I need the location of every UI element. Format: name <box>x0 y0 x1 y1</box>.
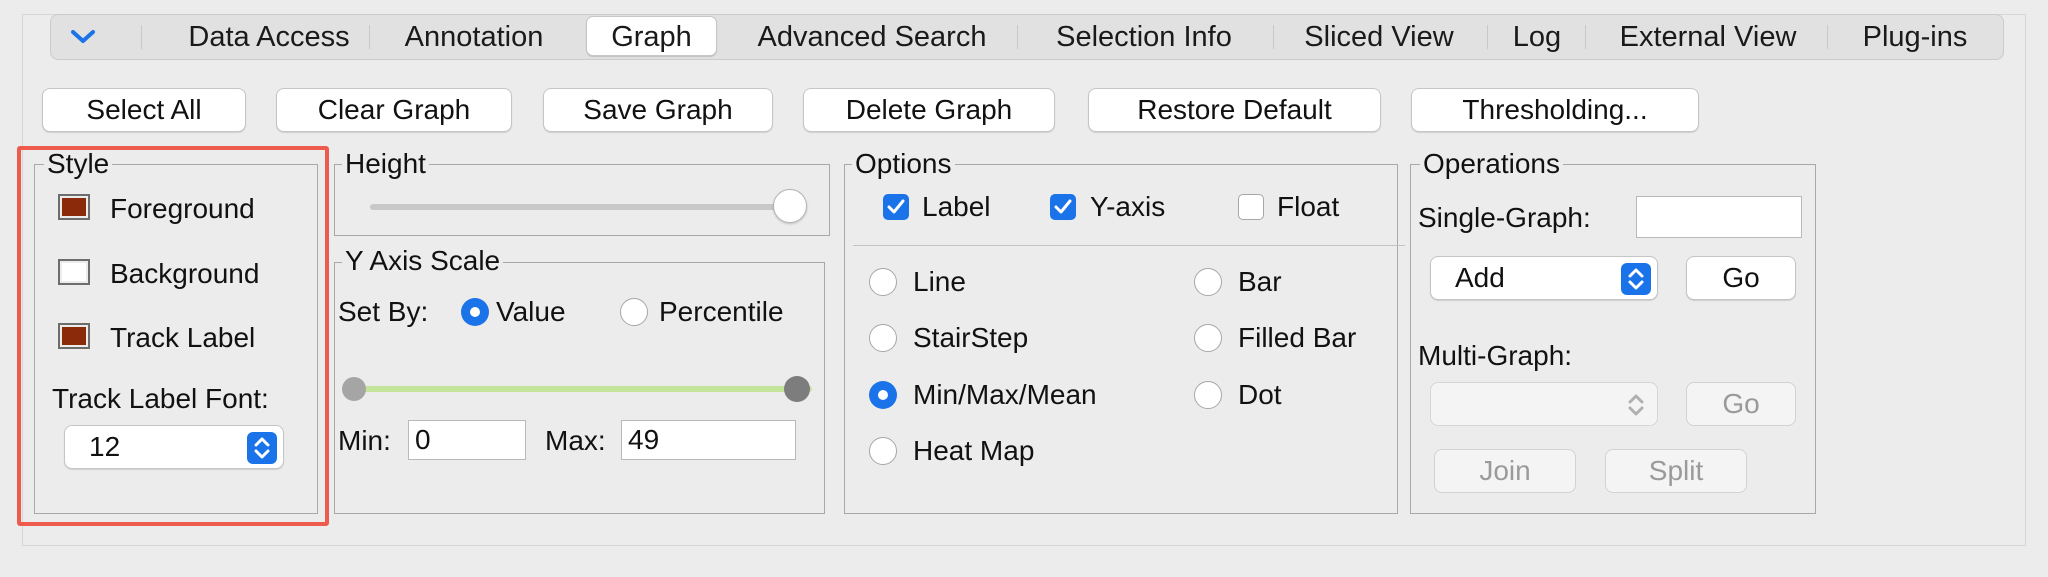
line-radio-label: Line <box>913 266 966 297</box>
save-graph-button[interactable]: Save Graph <box>543 88 773 132</box>
percentile-radio-label: Percentile <box>659 296 784 327</box>
single-graph-go-button[interactable]: Go <box>1686 256 1796 300</box>
float-checkbox[interactable] <box>1238 194 1264 220</box>
bar-radio[interactable] <box>1194 268 1222 296</box>
tab-selection-info[interactable]: Selection Info <box>1037 15 1251 59</box>
tab-external-view[interactable]: External View <box>1599 15 1817 59</box>
delete-graph-button[interactable]: Delete Graph <box>803 88 1055 132</box>
split-button[interactable]: Split <box>1605 449 1747 493</box>
single-graph-label: Single-Graph: <box>1418 202 1591 233</box>
tab-sliced-view[interactable]: Sliced View <box>1289 15 1469 59</box>
thresholding-button[interactable]: Thresholding... <box>1411 88 1699 132</box>
multi-graph-go-button[interactable]: Go <box>1686 382 1796 426</box>
style-highlight-box <box>17 146 329 526</box>
dot-radio-label: Dot <box>1238 379 1282 410</box>
tab-separator <box>1585 25 1586 49</box>
heat-map-radio[interactable] <box>869 437 897 465</box>
line-radio[interactable] <box>869 268 897 296</box>
height-slider-track[interactable] <box>370 204 790 210</box>
single-graph-field[interactable] <box>1636 196 1802 238</box>
height-group-title: Height <box>342 149 429 179</box>
tab-separator <box>369 25 370 49</box>
checkmark-icon <box>887 199 905 214</box>
operations-group-title: Operations <box>1420 149 1563 179</box>
y-range-slider-track[interactable] <box>346 386 812 392</box>
bar-radio-label: Bar <box>1238 266 1282 297</box>
min-label: Min: <box>338 425 391 456</box>
checkmark-icon <box>1054 199 1072 214</box>
multi-graph-operation-select[interactable] <box>1430 382 1658 426</box>
multi-graph-label: Multi-Graph: <box>1418 340 1573 371</box>
tab-separator <box>1827 25 1828 49</box>
clear-graph-button[interactable]: Clear Graph <box>276 88 512 132</box>
single-operation-value: Add <box>1455 262 1505 293</box>
tab-separator <box>141 25 142 49</box>
label-checkbox-label: Label <box>922 191 991 222</box>
min-max-mean-radio[interactable] <box>869 381 897 409</box>
heat-map-radio-label: Heat Map <box>913 435 1035 466</box>
options-divider <box>853 245 1405 246</box>
filled-bar-radio[interactable] <box>1194 324 1222 352</box>
max-value-field[interactable]: 49 <box>621 420 796 460</box>
y-range-min-thumb[interactable] <box>342 377 366 401</box>
value-radio[interactable] <box>461 298 489 326</box>
label-checkbox[interactable] <box>883 194 909 220</box>
restore-default-button[interactable]: Restore Default <box>1088 88 1381 132</box>
min-value-field[interactable]: 0 <box>408 420 526 460</box>
tab-plug-ins[interactable]: Plug-ins <box>1841 15 1989 59</box>
y-axis-checkbox[interactable] <box>1050 194 1076 220</box>
stairstep-radio-label: StairStep <box>913 322 1029 353</box>
min-max-mean-radio-label: Min/Max/Mean <box>913 379 1097 410</box>
tab-separator <box>1017 25 1018 49</box>
y-range-max-thumb[interactable] <box>784 376 810 402</box>
y-axis-checkbox-label: Y-axis <box>1090 191 1166 222</box>
tab-bar: Data Access Annotation Graph Advanced Se… <box>50 14 2004 60</box>
tab-separator <box>1487 25 1488 49</box>
single-graph-operation-select[interactable]: Add <box>1430 256 1658 300</box>
percentile-radio[interactable] <box>620 298 648 326</box>
float-checkbox-label: Float <box>1277 191 1340 222</box>
tab-graph[interactable]: Graph <box>586 16 717 56</box>
select-updown-icon <box>1621 389 1651 421</box>
tab-advanced-search[interactable]: Advanced Search <box>747 15 997 59</box>
select-updown-icon <box>1621 263 1651 295</box>
set-by-label: Set By: <box>338 296 429 327</box>
tab-annotation[interactable]: Annotation <box>385 15 563 59</box>
value-radio-label: Value <box>496 296 566 327</box>
stairstep-radio[interactable] <box>869 324 897 352</box>
dot-radio[interactable] <box>1194 381 1222 409</box>
y-axis-scale-title: Y Axis Scale <box>342 246 504 276</box>
max-label: Max: <box>545 425 606 456</box>
join-button[interactable]: Join <box>1434 449 1576 493</box>
collapse-chevron-icon[interactable] <box>61 15 105 59</box>
height-slider-thumb[interactable] <box>773 189 807 223</box>
tab-data-access[interactable]: Data Access <box>169 15 369 59</box>
select-all-button[interactable]: Select All <box>42 88 246 132</box>
tab-separator <box>1273 25 1274 49</box>
filled-bar-radio-label: Filled Bar <box>1238 322 1357 353</box>
options-group-title: Options <box>852 149 955 179</box>
tab-log[interactable]: Log <box>1497 15 1577 59</box>
